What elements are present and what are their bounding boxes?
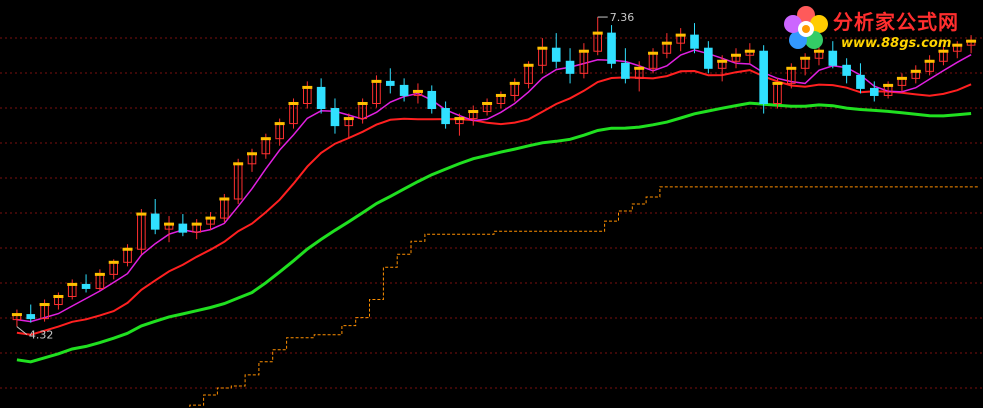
signal-mark: [122, 247, 133, 251]
grid-lines: [0, 37, 983, 389]
signal-mark: [537, 46, 548, 50]
candlestick-chart: 7.36 4.32: [0, 11, 983, 408]
signal-mark: [523, 63, 534, 67]
flower-icon: [784, 6, 828, 49]
candle-body: [316, 86, 326, 110]
candle-body: [607, 32, 616, 64]
candle-body: [621, 62, 630, 79]
signal-mark: [260, 137, 271, 141]
candle-body: [759, 50, 768, 104]
signal-mark: [302, 85, 313, 89]
signal-mark: [412, 89, 423, 93]
high-price-label: 7.36: [610, 11, 635, 24]
signal-mark: [454, 117, 465, 121]
candle-body: [385, 80, 395, 86]
signal-mark: [357, 101, 368, 105]
signal-mark: [164, 222, 175, 226]
signal-mark: [578, 49, 589, 53]
signal-mark: [205, 216, 216, 220]
signal-mark: [883, 83, 894, 87]
short-ma-line: [16, 69, 972, 336]
candle-body: [26, 314, 36, 320]
signal-mark: [786, 66, 797, 70]
signal-mark: [717, 59, 728, 63]
signal-mark: [482, 101, 493, 105]
signal-mark: [108, 260, 119, 264]
signal-mark: [592, 31, 603, 35]
candle-body: [399, 84, 409, 96]
candle-body: [704, 47, 713, 69]
candle-body: [690, 34, 699, 49]
orange-signal-marks: [11, 31, 977, 317]
long-moving-average: [16, 101, 972, 364]
magenta-indicator-line: [16, 49, 972, 323]
candle-body: [178, 223, 188, 233]
candles: [12, 17, 976, 327]
signal-mark: [136, 212, 147, 216]
watermark-logo: 分析家公式网 www.88gs.com: [781, 4, 977, 56]
signal-mark: [896, 76, 907, 80]
candle-body: [565, 60, 575, 74]
candle-body: [427, 90, 437, 110]
signal-mark: [509, 81, 520, 85]
signal-mark: [39, 303, 50, 307]
candle-body: [330, 108, 340, 127]
signal-mark: [67, 282, 78, 286]
chart-area: 7.36 4.32 分析家公式网 www.88gs.com: [0, 0, 983, 408]
signal-mark: [191, 222, 202, 226]
signal-mark: [288, 101, 299, 105]
signal-mark: [274, 122, 285, 126]
signal-mark: [675, 33, 686, 37]
watermark-site-name: 分析家公式网: [833, 10, 959, 34]
signal-mark: [53, 294, 64, 298]
signal-mark: [343, 117, 354, 121]
long-ma-line: [16, 101, 972, 364]
candle-body: [856, 74, 865, 89]
candle-body: [81, 283, 91, 289]
signal-mark: [247, 152, 257, 156]
short-moving-average: [16, 69, 972, 336]
signal-mark: [772, 81, 783, 85]
signal-mark: [219, 197, 230, 201]
candle-body: [842, 64, 851, 76]
signal-mark: [910, 69, 921, 73]
candle-body: [150, 213, 160, 230]
signal-mark: [661, 41, 672, 45]
signal-mark: [233, 162, 244, 166]
signal-mark: [94, 272, 105, 276]
signal-mark: [744, 49, 755, 53]
signal-mark: [495, 93, 506, 97]
signal-mark: [11, 313, 22, 317]
candle-body: [441, 108, 450, 125]
signal-mark: [648, 51, 659, 55]
signal-mark: [468, 110, 479, 114]
candle-body: [551, 47, 561, 62]
price-labels: 7.36 4.32: [16, 11, 635, 342]
magenta-line: [16, 49, 972, 323]
signal-mark: [634, 66, 645, 70]
low-price-label: 4.32: [29, 329, 53, 342]
candle-body: [869, 87, 879, 96]
signal-mark: [731, 53, 741, 57]
signal-mark: [371, 79, 382, 83]
signal-mark: [924, 59, 935, 63]
signal-mark: [800, 56, 811, 60]
watermark-url: www.88gs.com: [841, 36, 952, 51]
